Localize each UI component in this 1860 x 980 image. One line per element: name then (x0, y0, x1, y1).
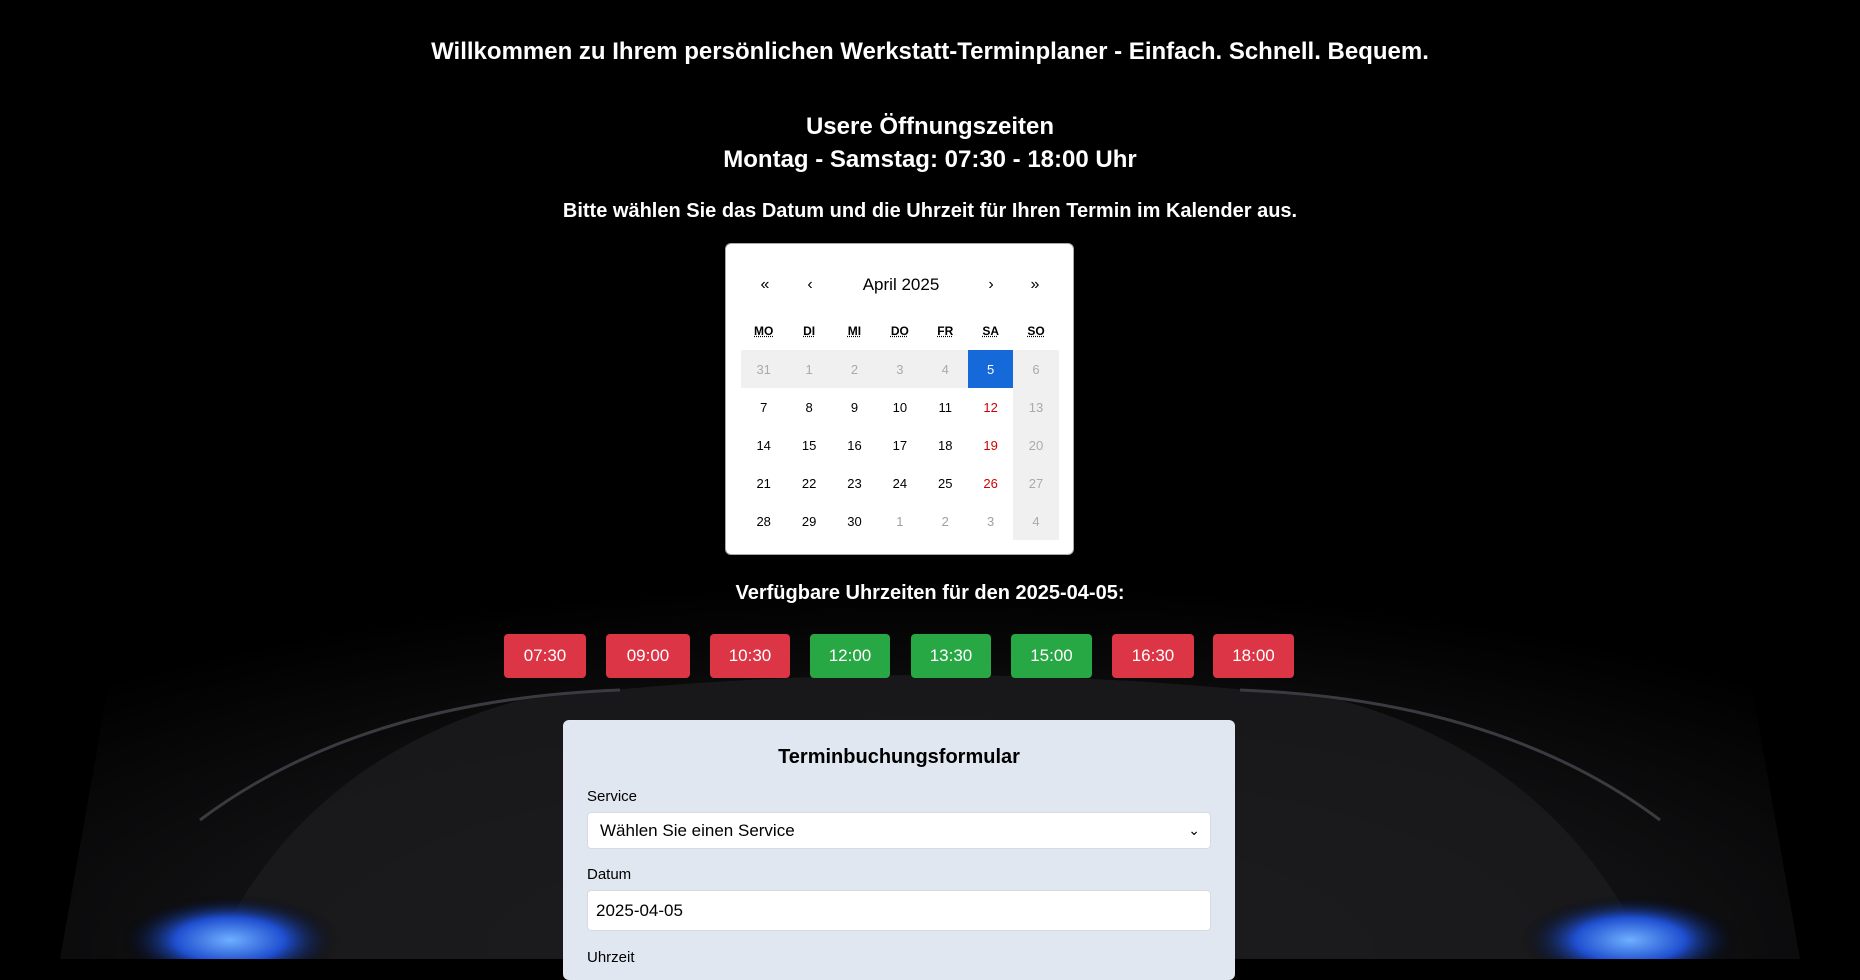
calendar-day: 4 (922, 350, 968, 388)
calendar-day[interactable]: 7 (741, 388, 786, 426)
opening-hours-times: Montag - Samstag: 07:30 - 18:00 Uhr (723, 146, 1137, 173)
calendar-day[interactable]: 23 (832, 464, 877, 502)
calendar-day: 20 (1013, 426, 1059, 464)
time-slot-button[interactable]: 09:00 (606, 634, 690, 678)
calendar-day-selected[interactable]: 5 (967, 350, 1014, 388)
instruction-text: Bitte wählen Sie das Datum und die Uhrze… (562, 200, 1298, 222)
weekday-label: MI (847, 324, 862, 338)
time-slot-button[interactable]: 12:00 (810, 634, 890, 678)
prev-year-button[interactable]: « (750, 270, 780, 300)
calendar: « ‹ April 2025 › » MO DI MI DO FR SA SO … (725, 243, 1074, 555)
calendar-day[interactable]: 15 (786, 426, 831, 464)
calendar-day: 3 (877, 350, 923, 388)
time-label: Uhrzeit (587, 949, 635, 966)
weekday-label: SO (1027, 324, 1045, 338)
time-slot-button[interactable]: 10:30 (710, 634, 790, 678)
available-times-heading: Verfügbare Uhrzeiten für den 2025-04-05: (735, 582, 1125, 604)
calendar-day[interactable]: 25 (923, 464, 968, 502)
calendar-navigation: « ‹ April 2025 › » (726, 270, 1075, 300)
calendar-month-title[interactable]: April 2025 (836, 270, 966, 300)
service-label: Service (587, 788, 638, 805)
chevron-down-icon: ⌄ (1188, 822, 1200, 838)
calendar-day[interactable]: 26 (968, 464, 1013, 502)
calendar-day: 13 (1013, 388, 1059, 426)
calendar-day[interactable]: 10 (877, 388, 922, 426)
calendar-day: 4 (1013, 502, 1059, 540)
calendar-day[interactable]: 12 (968, 388, 1013, 426)
time-slot-button[interactable]: 16:30 (1112, 634, 1194, 678)
calendar-day[interactable]: 1 (877, 502, 922, 540)
date-label: Datum (587, 866, 632, 883)
calendar-day[interactable]: 14 (741, 426, 786, 464)
calendar-day[interactable]: 11 (923, 388, 968, 426)
time-slot-button[interactable]: 15:00 (1011, 634, 1092, 678)
weekday-label: SA (982, 324, 999, 338)
calendar-weekday-header: MO DI MI DO FR SA SO (741, 324, 1059, 338)
calendar-day[interactable]: 21 (741, 464, 786, 502)
weekday-label: MO (754, 324, 774, 338)
calendar-day[interactable]: 2 (923, 502, 968, 540)
weekday-label: DO (890, 324, 909, 338)
calendar-day: 31 (741, 350, 787, 388)
weekday-label: FR (937, 324, 954, 338)
calendar-day[interactable]: 30 (832, 502, 877, 540)
calendar-day[interactable]: 24 (877, 464, 922, 502)
calendar-day[interactable]: 19 (968, 426, 1013, 464)
booking-form: Terminbuchungsformular Service Wählen Si… (563, 720, 1235, 980)
time-slot-button[interactable]: 13:30 (911, 634, 991, 678)
welcome-heading: Willkommen zu Ihrem persönlichen Werksta… (431, 38, 1429, 65)
calendar-day: 2 (831, 350, 878, 388)
calendar-days-grid: 31 1 2 3 4 5 6 7 8 9 10 11 12 13 14 15 16 17 18 19 20 21 22 23 2… (741, 350, 1059, 540)
time-slot-list: 07:30 09:00 10:30 12:00 13:30 15:00 16:30 18:00 (0, 634, 1860, 678)
time-slot-button[interactable]: 07:30 (504, 634, 586, 678)
calendar-day[interactable]: 3 (968, 502, 1013, 540)
calendar-day[interactable]: 8 (786, 388, 831, 426)
calendar-day[interactable]: 16 (832, 426, 877, 464)
weekday-label: DI (803, 324, 816, 338)
time-slot-button[interactable]: 18:00 (1213, 634, 1294, 678)
next-month-button[interactable]: › (976, 270, 1006, 300)
booking-form-title: Terminbuchungsformular (778, 746, 1020, 768)
calendar-day[interactable]: 18 (923, 426, 968, 464)
calendar-day[interactable]: 28 (741, 502, 786, 540)
service-select[interactable]: Wählen Sie einen Service ⌄ (587, 812, 1211, 849)
opening-hours-title: Usere Öffnungszeiten (805, 113, 1055, 140)
prev-month-button[interactable]: ‹ (795, 270, 825, 300)
date-input[interactable]: 2025-04-05 (587, 890, 1211, 931)
calendar-day: 27 (1013, 464, 1059, 502)
next-year-button[interactable]: » (1020, 270, 1050, 300)
opening-hours: Usere Öffnungszeiten Montag - Samstag: 0… (0, 110, 1860, 176)
calendar-day[interactable]: 29 (786, 502, 831, 540)
calendar-day[interactable]: 17 (877, 426, 922, 464)
service-select-value: Wählen Sie einen Service (600, 821, 795, 840)
calendar-day[interactable]: 22 (786, 464, 831, 502)
calendar-day[interactable]: 9 (832, 388, 877, 426)
calendar-day: 6 (1013, 350, 1059, 388)
calendar-day: 1 (786, 350, 832, 388)
